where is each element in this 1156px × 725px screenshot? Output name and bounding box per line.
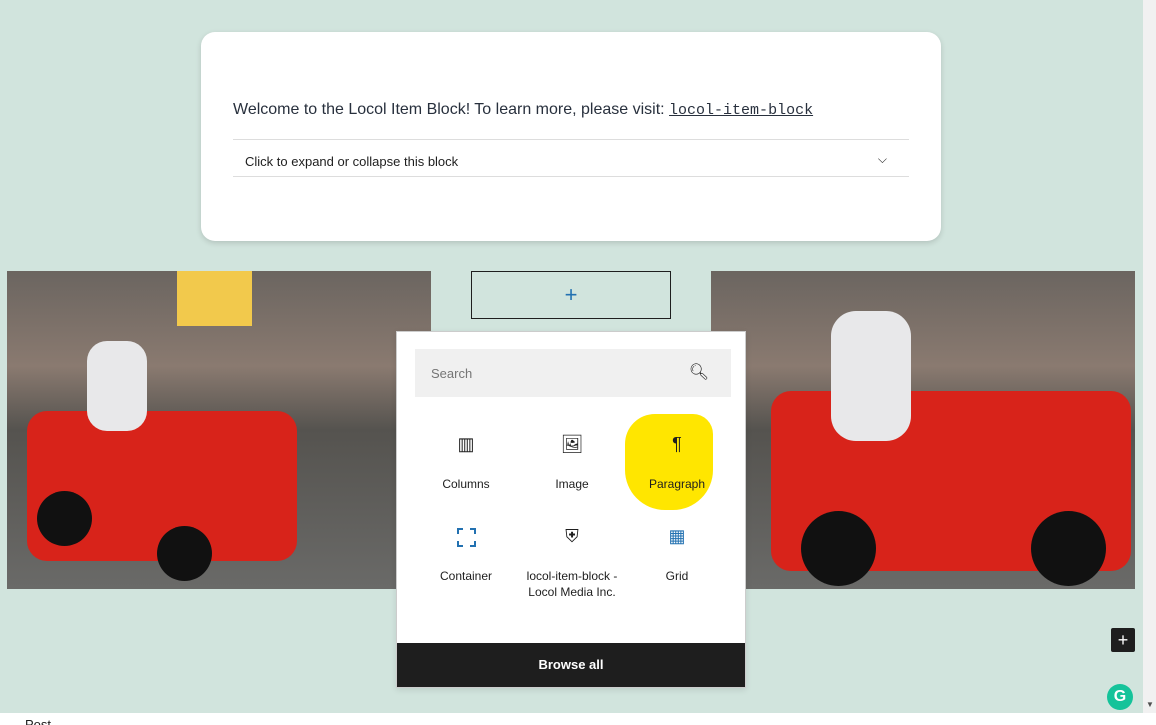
block-item-image[interactable]: 🖼︎ Image (522, 434, 622, 492)
search-icon: 🔍︎ (688, 364, 709, 381)
locol-item-block-card: Welcome to the Locol Item Block! To lear… (201, 32, 941, 241)
paragraph-icon: ¶ (672, 434, 682, 454)
photo-right (711, 271, 1135, 589)
container-icon (416, 528, 516, 554)
editor-footer: Post (0, 713, 1156, 725)
grid-icon: ▦ (668, 526, 686, 546)
browse-all-button[interactable]: Browse all (397, 643, 745, 687)
block-item-grid[interactable]: ▦ Grid (627, 526, 727, 584)
drive-safe-sign (177, 271, 252, 326)
block-inserter-popover: Search 🔍︎ ▥ Columns 🖼︎ Image ¶ Paragraph Con… (396, 331, 746, 688)
image-icon: 🖼︎ (560, 434, 584, 454)
block-item-container[interactable]: Container (416, 528, 516, 584)
scroll-down-arrow-icon[interactable]: ▼ (1146, 700, 1154, 709)
shield-icon: ⛨ (565, 526, 579, 546)
expand-collapse-toggle[interactable]: Click to expand or collapse this block ⌵ (233, 139, 909, 177)
block-item-paragraph[interactable]: ¶ Paragraph (627, 434, 727, 492)
add-block-plus-button[interactable]: + (1111, 628, 1135, 652)
block-search-input[interactable]: Search 🔍︎ (415, 349, 731, 397)
block-item-locol-item-block[interactable]: ⛨ locol-item-block - Locol Media Inc. (522, 526, 622, 600)
chevron-down-icon: ⌵ (877, 152, 887, 166)
grammarly-icon[interactable]: G (1107, 684, 1133, 710)
welcome-text: Welcome to the Locol Item Block! To lear… (233, 101, 814, 119)
breadcrumb-post[interactable]: Post (25, 717, 51, 725)
columns-icon: ▥ (457, 434, 475, 454)
locol-item-block-link[interactable]: locol-item-block (669, 102, 813, 119)
child (87, 341, 147, 431)
photo-left (7, 271, 431, 589)
scrollbar[interactable]: ▼ (1143, 0, 1156, 713)
block-item-columns[interactable]: ▥ Columns (416, 434, 516, 492)
child (831, 311, 911, 441)
add-block-button[interactable]: + (471, 271, 671, 319)
